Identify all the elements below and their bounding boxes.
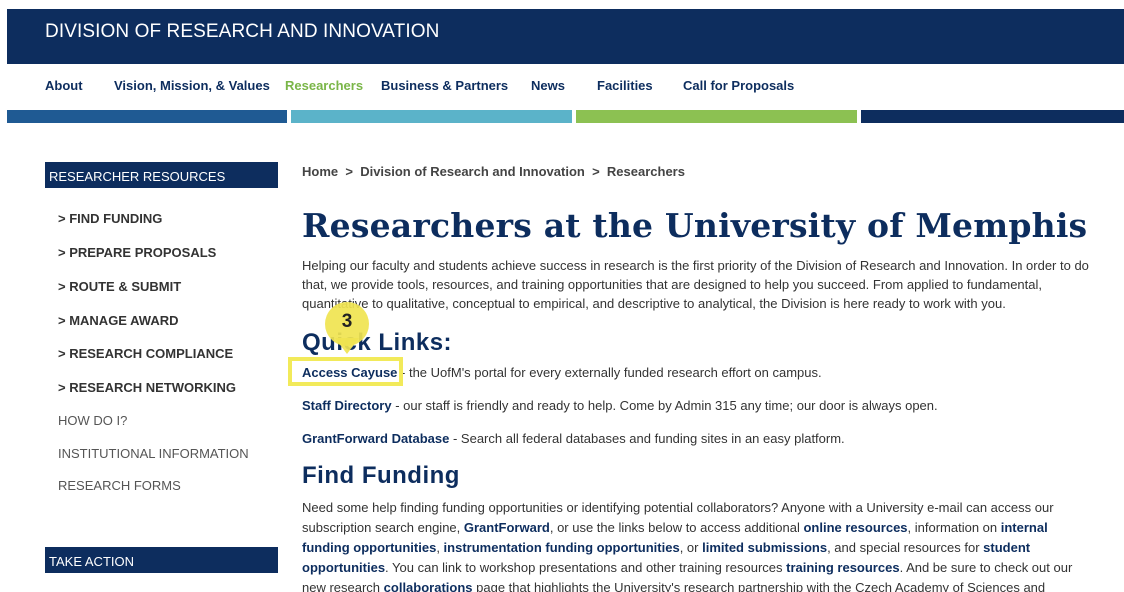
- quick-link-item: GrantForward Database - Search all feder…: [302, 431, 845, 446]
- intro-paragraph: Helping our faculty and students achieve…: [302, 258, 1089, 311]
- find-funding-text: . You can link to workshop presentations…: [385, 560, 787, 575]
- page-title: Researchers at the University of Memphis: [302, 206, 1088, 245]
- nav-facilities[interactable]: Facilities: [597, 78, 653, 93]
- color-stripe-navy: [861, 110, 1124, 123]
- sidebar-item-research-compliance[interactable]: > RESEARCH COMPLIANCE: [58, 346, 233, 361]
- find-funding-heading: Find Funding: [302, 462, 460, 489]
- quick-link-description: - our staff is friendly and ready to hel…: [391, 398, 938, 413]
- find-funding-text: , information on: [907, 520, 1001, 535]
- breadcrumb: Home > Division of Research and Innovati…: [302, 164, 685, 179]
- quick-links-heading: Quick Links:: [302, 329, 453, 356]
- annotation-highlight-box: [288, 357, 403, 386]
- sidebar-heading: RESEARCHER RESOURCES: [45, 162, 278, 188]
- sidebar-item-prepare-proposals[interactable]: > PREPARE PROPOSALS: [58, 245, 216, 260]
- nav-about[interactable]: About: [45, 78, 83, 93]
- grantforward-link[interactable]: GrantForward: [464, 520, 550, 535]
- breadcrumb-home[interactable]: Home: [302, 164, 338, 179]
- find-funding-paragraph: Need some help finding funding opportuni…: [302, 498, 1092, 592]
- main-nav: About Vision, Mission, & Values Research…: [0, 78, 1124, 96]
- nav-vision-mission-values[interactable]: Vision, Mission, & Values: [114, 78, 270, 93]
- nav-news[interactable]: News: [531, 78, 565, 93]
- sidebar-item-research-networking[interactable]: > RESEARCH NETWORKING: [58, 380, 236, 395]
- sidebar-item-route-submit[interactable]: > ROUTE & SUBMIT: [58, 279, 181, 294]
- breadcrumb-separator: >: [592, 164, 600, 179]
- find-funding-text: ,: [436, 540, 444, 555]
- find-funding-text: , or use the links below to access addit…: [549, 520, 804, 535]
- staff-directory-link[interactable]: Staff Directory: [302, 398, 392, 413]
- breadcrumb-division[interactable]: Division of Research and Innovation: [360, 164, 585, 179]
- color-stripe-blue: [7, 110, 287, 123]
- sidebar-item-how-do-i[interactable]: HOW DO I?: [58, 413, 127, 428]
- find-funding-text: , and special resources for: [827, 540, 984, 555]
- breadcrumb-separator: >: [345, 164, 353, 179]
- sidebar-item-institutional-information[interactable]: INSTITUTIONAL INFORMATION: [58, 446, 249, 461]
- find-funding-text: , or: [679, 540, 703, 555]
- sidebar-item-manage-award[interactable]: > MANAGE AWARD: [58, 313, 179, 328]
- instrumentation-funding-link[interactable]: instrumentation funding opportunities: [444, 540, 680, 555]
- color-stripe-teal: [291, 110, 572, 123]
- training-resources-link[interactable]: training resources: [786, 560, 899, 575]
- nav-researchers[interactable]: Researchers: [285, 78, 363, 93]
- sidebar-item-find-funding[interactable]: > FIND FUNDING: [58, 211, 162, 226]
- online-resources-link[interactable]: online resources: [803, 520, 907, 535]
- nav-business-partners[interactable]: Business & Partners: [381, 78, 508, 93]
- sidebar-take-action-heading: TAKE ACTION: [45, 547, 278, 573]
- grantforward-database-link[interactable]: GrantForward Database: [302, 431, 449, 446]
- sidebar-item-research-forms[interactable]: RESEARCH FORMS: [58, 478, 181, 493]
- breadcrumb-researchers: Researchers: [606, 164, 685, 179]
- nav-call-for-proposals[interactable]: Call for Proposals: [683, 78, 794, 93]
- collaborations-link[interactable]: collaborations: [384, 580, 473, 592]
- color-stripe-green: [576, 110, 857, 123]
- limited-submissions-link[interactable]: limited submissions: [702, 540, 827, 555]
- quick-link-item: Staff Directory - our staff is friendly …: [302, 398, 938, 413]
- quick-link-description: - the UofM's portal for every externally…: [397, 365, 822, 380]
- annotation-marker-number: 3: [341, 311, 353, 332]
- quick-link-description: - Search all federal databases and fundi…: [449, 431, 845, 446]
- site-title[interactable]: DIVISION OF RESEARCH AND INNOVATION: [45, 21, 439, 43]
